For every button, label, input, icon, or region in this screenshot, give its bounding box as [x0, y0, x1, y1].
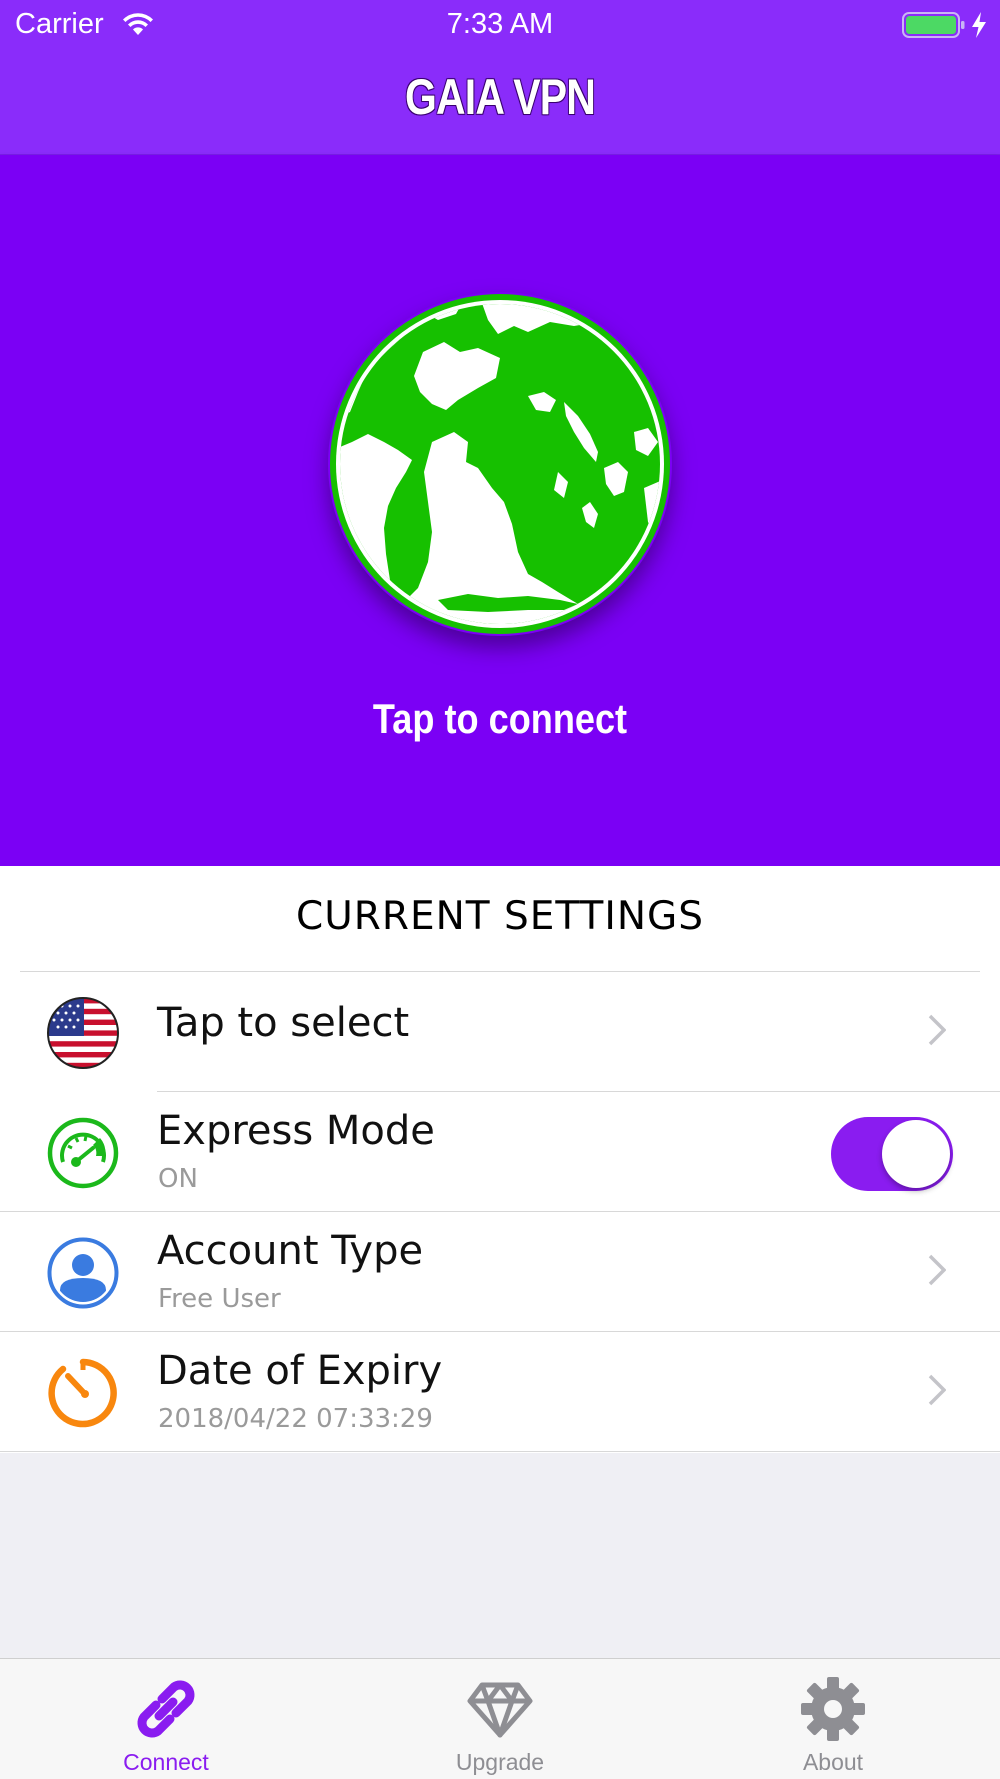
globe-icon	[330, 294, 670, 634]
date-of-expiry-row[interactable]: Date of Expiry 2018/04/22 07:33:29	[0, 1332, 1000, 1452]
express-mode-toggle[interactable]	[831, 1117, 953, 1191]
us-flag-icon	[46, 996, 120, 1070]
chevron-right-icon	[928, 1014, 947, 1050]
express-mode-row: Express Mode ON	[0, 1092, 1000, 1212]
globe-connect-button[interactable]	[328, 292, 672, 636]
tab-connect-label: Connect	[123, 1749, 209, 1775]
tab-upgrade-label: Upgrade	[455, 1749, 545, 1775]
location-row[interactable]: Tap to select	[0, 972, 1000, 1092]
account-type-row[interactable]: Account Type Free User	[0, 1212, 1000, 1332]
current-settings-panel: CURRENT SETTINGS Tap to select Express M…	[0, 866, 1000, 1453]
tab-about-label: About	[802, 1749, 864, 1775]
connect-panel: Tap to connect	[0, 155, 1000, 866]
gear-icon	[801, 1677, 865, 1741]
navigation-bar: GAIA VPN	[0, 50, 1000, 155]
chevron-right-icon	[928, 1254, 947, 1290]
charging-icon	[970, 11, 988, 43]
timer-icon	[46, 1356, 120, 1430]
express-mode-status: ON	[158, 1164, 198, 1194]
battery-icon	[902, 12, 966, 42]
tab-bar: Connect Upgrade About	[0, 1658, 1000, 1779]
settings-header: CURRENT SETTINGS	[295, 894, 705, 939]
user-icon	[46, 1236, 120, 1310]
app-title: GAIA VPN	[404, 69, 596, 125]
toggle-knob	[882, 1120, 950, 1188]
account-type-title: Account Type	[157, 1228, 424, 1274]
date-of-expiry-value: 2018/04/22 07:33:29	[158, 1404, 433, 1434]
chevron-right-icon	[928, 1374, 947, 1410]
tab-about[interactable]: About	[733, 1659, 933, 1779]
date-of-expiry-title: Date of Expiry	[157, 1348, 443, 1394]
link-icon	[137, 1680, 195, 1738]
tap-to-connect-label: Tap to connect	[372, 695, 628, 742]
diamond-icon	[467, 1682, 533, 1738]
status-time: 7:33 AM	[446, 8, 554, 40]
speedometer-icon	[46, 1116, 120, 1190]
account-type-value: Free User	[158, 1284, 281, 1314]
status-bar: Carrier 7:33 AM	[0, 0, 1000, 50]
tab-upgrade[interactable]: Upgrade	[400, 1659, 600, 1779]
express-mode-title: Express Mode	[157, 1108, 435, 1154]
divider	[0, 1451, 1000, 1452]
location-title: Tap to select	[157, 1000, 410, 1046]
tab-connect[interactable]: Connect	[66, 1659, 266, 1779]
